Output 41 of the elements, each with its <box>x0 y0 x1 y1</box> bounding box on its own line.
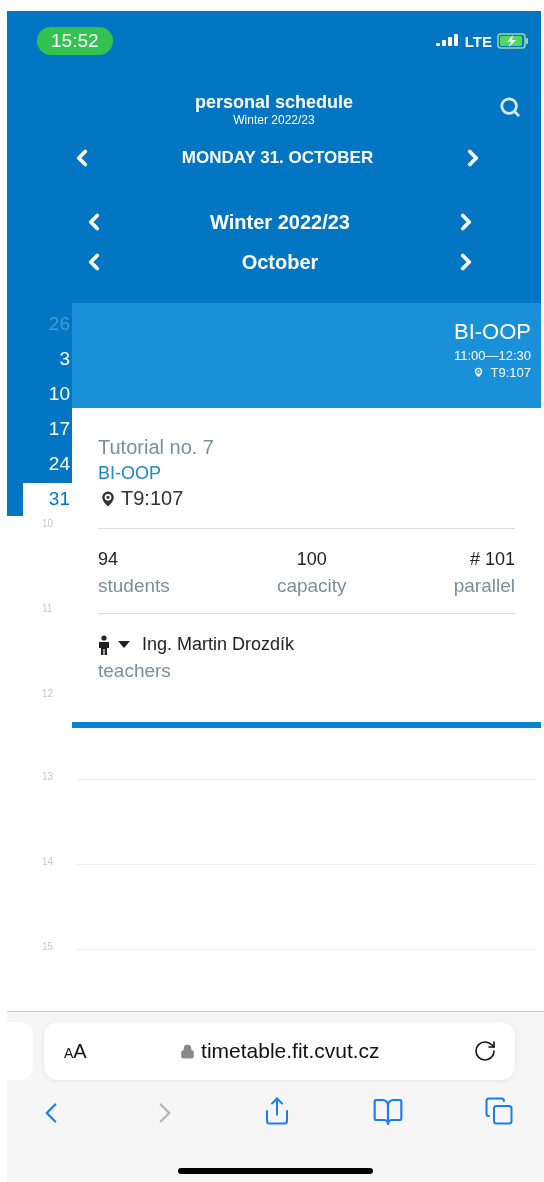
expand-button[interactable] <box>118 641 130 648</box>
page-subtitle: Winter 2022/23 <box>233 113 315 127</box>
lock-icon <box>180 1043 196 1059</box>
event-room: T9:107 <box>490 365 531 380</box>
event-title: Tutorial no. 7 <box>98 436 215 459</box>
event-block[interactable]: BI-OOP 11:00—12:30 T9:107 <box>72 303 541 408</box>
location-pin-icon <box>471 366 485 379</box>
charging-battery-icon <box>497 33 529 49</box>
teachers-label: teachers <box>98 660 172 682</box>
event-time: 11:00—12:30 <box>453 348 531 363</box>
room-label: T9:107 <box>121 487 184 510</box>
event-code: BI-OOP <box>454 319 531 345</box>
reload-icon[interactable] <box>473 1039 497 1063</box>
month-label: October <box>241 250 319 274</box>
book-icon <box>372 1096 404 1128</box>
text-size-button[interactable]: AA <box>64 1039 87 1063</box>
week-number[interactable]: 17 <box>7 412 72 446</box>
day-label: MONDAY 31. OCTOBER <box>181 148 374 168</box>
semester-label: Winter 2022/23 <box>210 210 350 234</box>
stat-label: parallel <box>453 575 515 597</box>
week-number[interactable]: 10 <box>7 377 72 411</box>
week-number[interactable]: 3 <box>7 342 72 376</box>
stat-label: capacity <box>276 575 347 597</box>
week-number[interactable]: 31 <box>23 482 72 516</box>
stat-value: 100 <box>296 549 327 570</box>
address-bar[interactable]: AA timetable.fit.cvut.cz <box>44 1022 515 1080</box>
url-text: timetable.fit.cvut.cz <box>201 1039 380 1063</box>
stat-value: # 101 <box>469 549 515 570</box>
stat-label: students <box>98 575 170 597</box>
page-title: personal schedule <box>194 92 354 113</box>
week-number[interactable]: 24 <box>7 447 72 481</box>
network-label: LTE <box>464 32 492 50</box>
course-link[interactable]: BI-OOP <box>98 463 515 484</box>
status-time: 15:52 <box>37 27 113 55</box>
signal-icon <box>435 34 460 48</box>
search-button[interactable] <box>499 96 521 118</box>
person-icon <box>98 634 110 655</box>
caret-icon <box>118 641 130 648</box>
tabs-icon <box>484 1096 514 1126</box>
teacher-name: Ing. Martin Drozdík <box>142 634 295 655</box>
stat-value: 94 <box>98 549 119 570</box>
